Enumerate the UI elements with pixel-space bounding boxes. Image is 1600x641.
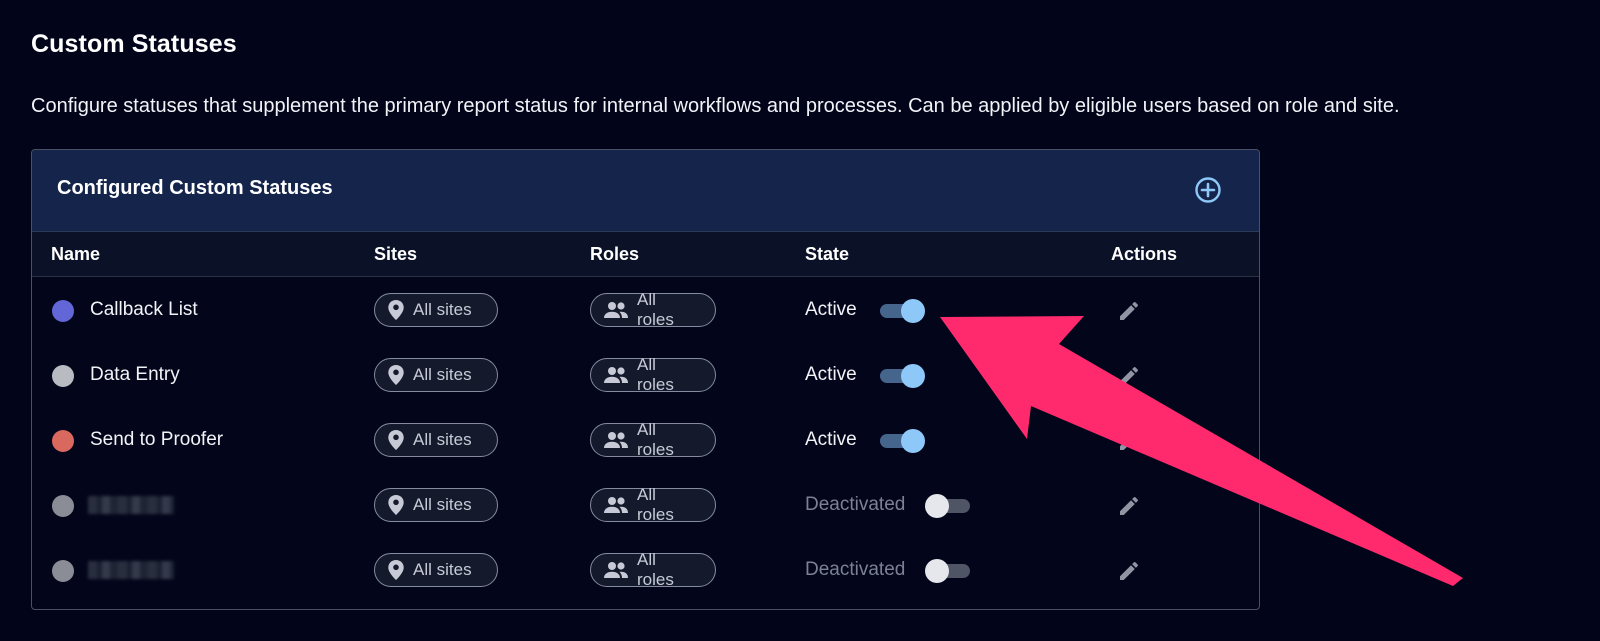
roles-chip-label: All roles (637, 485, 674, 524)
edit-button[interactable] (1117, 559, 1141, 583)
people-icon-wrap (603, 301, 629, 319)
roles-chip[interactable]: All roles (590, 355, 716, 394)
toggle-knob (901, 429, 925, 453)
edit-button[interactable] (1117, 429, 1141, 453)
pencil-icon (1120, 301, 1139, 320)
roles-chip-label: All roles (637, 550, 674, 589)
pencil-icon (1120, 561, 1139, 580)
sites-chip[interactable]: All sites (374, 423, 498, 457)
sites-chip[interactable]: All sites (374, 488, 498, 522)
status-color-dot (52, 495, 74, 517)
table-row: Send to Proofer All sites All roles Active (32, 407, 1259, 473)
sites-chip[interactable]: All sites (374, 358, 498, 392)
people-icon (604, 302, 628, 318)
toggle-knob (901, 364, 925, 388)
table-row: All sites All roles Deactivated (32, 537, 1259, 603)
pencil-icon (1120, 366, 1139, 385)
add-status-button[interactable] (1194, 176, 1222, 204)
status-name: Send to Proofer (90, 429, 224, 450)
state-toggle[interactable] (880, 364, 925, 388)
roles-chip[interactable]: All roles (590, 290, 716, 329)
state-label: Deactivated (805, 559, 906, 580)
roles-chip[interactable]: All roles (590, 485, 716, 524)
sites-chip[interactable]: All sites (374, 553, 498, 587)
column-header-actions: Actions (1111, 244, 1178, 264)
state-label: Deactivated (805, 494, 906, 515)
toggle-knob (901, 299, 925, 323)
page-title: Custom Statuses (31, 30, 237, 58)
panel-header: Configured Custom Statuses (32, 150, 1259, 232)
people-icon-wrap (603, 561, 629, 579)
map-pin-icon-wrap (387, 364, 405, 386)
people-icon (604, 432, 628, 448)
sites-chip-label: All sites (413, 300, 472, 319)
roles-chip[interactable]: All roles (590, 550, 716, 589)
status-name-redacted (88, 561, 174, 579)
people-icon (604, 367, 628, 383)
status-name: Callback List (90, 299, 198, 320)
status-color-dot (52, 365, 74, 387)
map-pin-icon-wrap (387, 559, 405, 581)
map-pin-icon-wrap (387, 494, 405, 516)
custom-statuses-panel: Configured Custom Statuses Name Sites Ro… (31, 149, 1260, 610)
sites-chip-label: All sites (413, 495, 472, 514)
state-label: Active (805, 429, 857, 450)
column-header-state: State (805, 244, 850, 264)
sites-chip[interactable]: All sites (374, 293, 498, 327)
map-pin-icon (388, 495, 404, 515)
status-name: Data Entry (90, 364, 180, 385)
pencil-icon (1120, 431, 1139, 450)
map-pin-icon (388, 365, 404, 385)
map-pin-icon (388, 560, 404, 580)
edit-button[interactable] (1117, 364, 1141, 388)
map-pin-icon (388, 430, 404, 450)
table-header: Name Sites Roles State Actions (32, 232, 1259, 277)
table-row: All sites All roles Deactivated (32, 472, 1259, 538)
roles-chip-label: All roles (637, 290, 674, 329)
state-label: Active (805, 364, 857, 385)
toggle-knob (925, 559, 949, 583)
roles-chip[interactable]: All roles (590, 420, 716, 459)
panel-title: Configured Custom Statuses (57, 177, 333, 199)
column-header-name: Name (51, 244, 101, 264)
edit-button[interactable] (1117, 299, 1141, 323)
toggle-knob (925, 494, 949, 518)
plus-circle-icon (1195, 177, 1221, 203)
map-pin-icon-wrap (387, 299, 405, 321)
sites-chip-label: All sites (413, 560, 472, 579)
edit-button[interactable] (1117, 494, 1141, 518)
map-pin-icon-wrap (387, 429, 405, 451)
people-icon-wrap (603, 431, 629, 449)
state-label: Active (805, 299, 857, 320)
status-name-redacted (88, 496, 174, 514)
status-color-dot (52, 300, 74, 322)
people-icon-wrap (603, 366, 629, 384)
state-toggle[interactable] (925, 494, 970, 518)
state-toggle[interactable] (925, 559, 970, 583)
pencil-icon (1120, 496, 1139, 515)
table-row: Data Entry All sites All roles Active (32, 342, 1259, 408)
people-icon (604, 562, 628, 578)
status-color-dot (52, 430, 74, 452)
table-row: Callback List All sites All roles Active (32, 277, 1259, 343)
roles-chip-label: All roles (637, 420, 674, 459)
state-toggle[interactable] (880, 429, 925, 453)
map-pin-icon (388, 300, 404, 320)
sites-chip-label: All sites (413, 430, 472, 449)
status-color-dot (52, 560, 74, 582)
roles-chip-label: All roles (637, 355, 674, 394)
column-header-roles: Roles (590, 244, 640, 264)
sites-chip-label: All sites (413, 365, 472, 384)
column-header-sites: Sites (374, 244, 418, 264)
people-icon-wrap (603, 496, 629, 514)
people-icon (604, 497, 628, 513)
state-toggle[interactable] (880, 299, 925, 323)
page-description: Configure statuses that supplement the p… (31, 95, 1400, 117)
